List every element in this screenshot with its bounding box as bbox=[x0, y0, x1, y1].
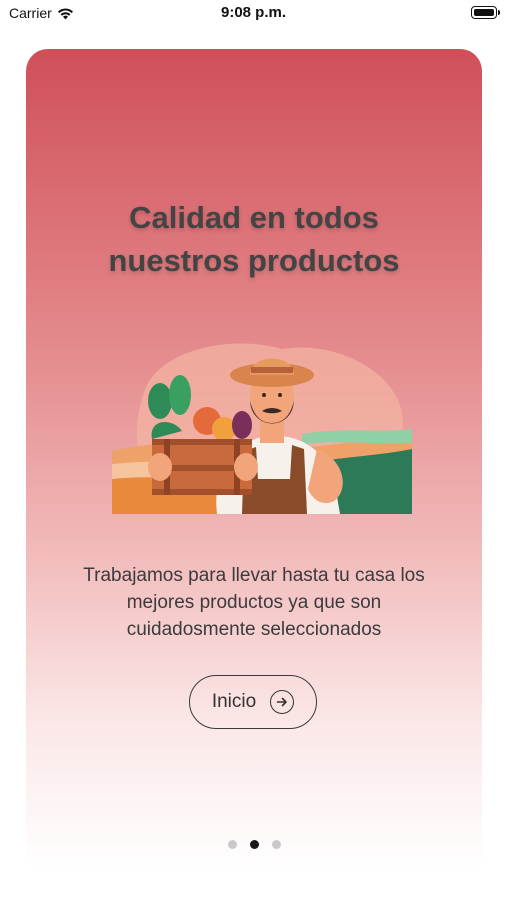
page-dot-1[interactable] bbox=[227, 840, 237, 849]
description-text: Trabajamos para llevar hasta tu casa los… bbox=[46, 562, 462, 643]
description-line-2: mejores productos ya que son bbox=[126, 592, 382, 613]
title-line-2: nuestros productos bbox=[108, 243, 400, 278]
start-button-label: Inicio bbox=[211, 691, 257, 712]
page-dot-2-active[interactable] bbox=[249, 840, 259, 849]
description-line-3: cuidadosmente seleccionados bbox=[126, 619, 382, 640]
status-bar: Carrier 9:08 p.m. bbox=[0, 0, 507, 30]
page-title: Calidad en todos nuestros productos bbox=[26, 196, 482, 282]
start-button[interactable]: Inicio bbox=[189, 675, 317, 729]
page-dot-3[interactable] bbox=[271, 840, 281, 849]
title-line-1: Calidad en todos bbox=[129, 200, 379, 235]
page-indicator[interactable] bbox=[26, 840, 482, 849]
onboarding-card: Calidad en todos nuestros productos Trab… bbox=[26, 49, 482, 869]
arrow-right-circle-icon bbox=[270, 690, 295, 714]
battery-icon bbox=[471, 6, 500, 19]
description-line-1: Trabajamos para llevar hasta tu casa los bbox=[83, 565, 425, 586]
status-time: 9:08 p.m. bbox=[220, 4, 287, 21]
farmer-illustration bbox=[112, 343, 412, 514]
